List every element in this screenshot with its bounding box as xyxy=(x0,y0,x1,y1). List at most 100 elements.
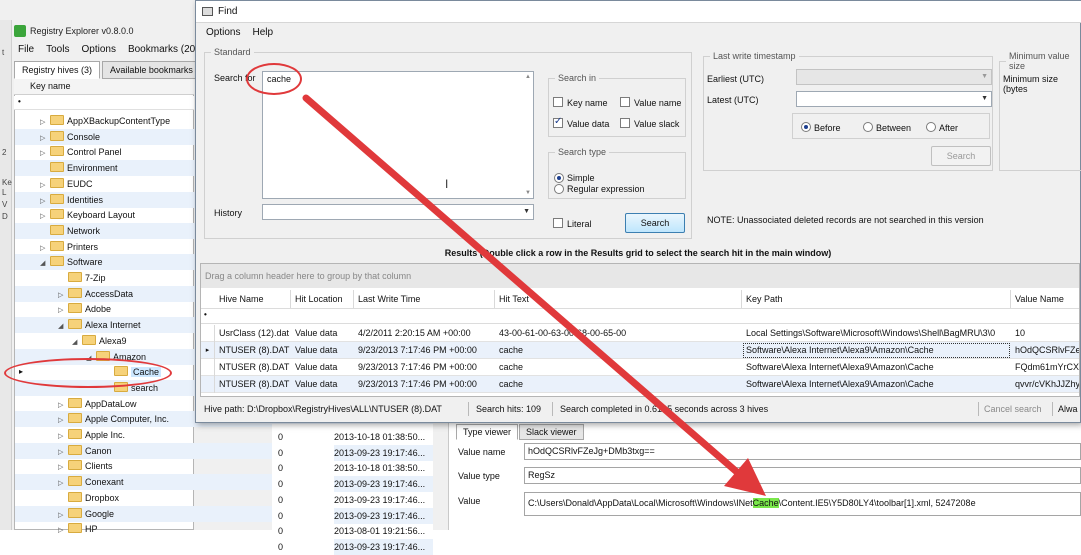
tree-node-conexant[interactable]: ▷ Conexant xyxy=(58,474,124,490)
between-radio[interactable] xyxy=(863,122,873,132)
tree-node-eudc[interactable]: ▷ EUDC xyxy=(40,176,93,192)
tree-node-control-panel[interactable]: ▷ Control Panel xyxy=(40,144,122,160)
tab-slack-viewer[interactable]: Slack viewer xyxy=(519,424,584,440)
tree-node-alexa-internet[interactable]: ◢ Alexa Internet xyxy=(58,317,141,333)
tree-node-network[interactable]: Network xyxy=(40,223,100,239)
tree-node-7-zip[interactable]: 7-Zip xyxy=(58,270,106,286)
menu-file[interactable]: File xyxy=(12,42,40,58)
results-row[interactable]: NTUSER (8).DAT Value data 9/23/2013 7:17:4… xyxy=(201,376,1079,393)
row-indicator: ▸ xyxy=(201,342,215,359)
tree-node-environment[interactable]: Environment xyxy=(40,160,118,176)
tab-registry-hives[interactable]: Registry hives (3) xyxy=(14,61,101,79)
find-menu-options[interactable]: Options xyxy=(200,25,246,41)
folder-icon xyxy=(50,178,64,188)
tree-node-appxbackupcontenttype[interactable]: ▷ AppXBackupContentType xyxy=(40,113,170,129)
chevron-down-icon: ▼ xyxy=(523,208,530,215)
tree-node-clients[interactable]: ▷ Clients xyxy=(58,458,113,474)
results-row[interactable]: NTUSER (8).DAT Value data 9/23/2013 7:17:4… xyxy=(201,359,1079,376)
tab-type-viewer[interactable]: Type viewer xyxy=(456,424,519,440)
grid-filter-row[interactable]: • xyxy=(201,308,1079,324)
tree-node-label: Keyboard Layout xyxy=(67,210,136,220)
folder-icon xyxy=(68,445,82,455)
value-slack-checkbox[interactable] xyxy=(620,118,630,128)
column-hit-text[interactable]: Hit Text xyxy=(495,290,742,308)
tree-node-accessdata[interactable]: ▷ AccessData xyxy=(58,286,133,302)
find-menubar: Options Help xyxy=(200,25,279,41)
tab-available-bookmarks[interactable]: Available bookmarks xyxy=(102,61,201,79)
strip-text: V xyxy=(2,200,8,209)
tree-node-printers[interactable]: ▷ Printers xyxy=(40,239,98,255)
column-value-name[interactable]: Value Name xyxy=(1011,290,1079,308)
latest-datetime[interactable]: ▼ xyxy=(796,91,992,107)
cell-hit: cache xyxy=(499,362,524,372)
results-grid: Drag a column header here to group by th… xyxy=(200,263,1080,397)
summary-timestamp: 2013-08-01 19:21:56... xyxy=(334,526,426,537)
column-last-write-time[interactable]: Last Write Time xyxy=(354,290,495,308)
tree-node-keyboard-layout[interactable]: ▷ Keyboard Layout xyxy=(40,207,135,223)
key-name-checkbox-label: Key name xyxy=(567,98,608,108)
scroll-down-icon[interactable]: ▼ xyxy=(525,190,531,196)
literal-checkbox[interactable] xyxy=(553,218,563,228)
scroll-up-icon[interactable]: ▲ xyxy=(525,74,531,80)
value-data-field[interactable]: C:\Users\Donald\AppData\Local\Microsoft\… xyxy=(524,492,1081,516)
value-type-field[interactable]: RegSz xyxy=(524,467,1081,484)
search-button[interactable]: Search xyxy=(625,213,685,233)
key-name-header[interactable]: Key name xyxy=(14,79,194,95)
tree-node-alexa9[interactable]: ◢ Alexa9 xyxy=(72,333,127,349)
regex-radio[interactable] xyxy=(554,184,564,194)
cancel-search-link[interactable]: Cancel search xyxy=(984,399,1042,419)
expand-arrow-icon[interactable]: ◢ xyxy=(40,256,48,272)
folder-icon xyxy=(50,146,64,156)
tree-node-identities[interactable]: ▷ Identities xyxy=(40,192,103,208)
filter-icon: • xyxy=(204,310,207,319)
always-on-top-toggle[interactable]: Alwa xyxy=(1058,399,1078,419)
summary-count: 0 xyxy=(278,447,284,458)
min-size-label: Minimum size (bytes xyxy=(1003,74,1059,94)
find-menu-help[interactable]: Help xyxy=(246,25,279,41)
column-hit-location[interactable]: Hit Location xyxy=(291,290,354,308)
summary-count: 0 xyxy=(278,526,284,537)
before-radio[interactable] xyxy=(801,122,811,132)
menu-bookmarks[interactable]: Bookmarks (20/ xyxy=(122,42,204,58)
menu-tools[interactable]: Tools xyxy=(40,42,75,58)
earliest-datetime[interactable]: ▼ xyxy=(796,69,992,85)
value-data-checkbox[interactable] xyxy=(553,116,563,128)
value-type-label: Value type xyxy=(458,471,500,481)
value-name-checkbox[interactable] xyxy=(620,97,630,107)
folder-icon xyxy=(68,398,82,408)
tree-node-apple-computer-inc-[interactable]: ▷ Apple Computer, Inc. xyxy=(58,411,169,427)
results-row[interactable]: UsrClass (12).dat Value data 4/2/2011 2:20… xyxy=(201,325,1079,342)
folder-icon xyxy=(68,272,82,282)
expand-arrow-icon[interactable]: ▷ xyxy=(58,523,66,539)
tree-node-software[interactable]: ◢ Software xyxy=(40,254,103,270)
tree-node-canon[interactable]: ▷ Canon xyxy=(58,443,112,459)
expand-arrow-icon[interactable]: ◢ xyxy=(58,319,66,335)
tree-node-apple-inc-[interactable]: ▷ Apple Inc. xyxy=(58,427,125,443)
tree-node-appdatalow[interactable]: ▷ AppDataLow xyxy=(58,396,137,412)
tree-node-console[interactable]: ▷ Console xyxy=(40,129,100,145)
value-name-field[interactable]: hOdQCSRlvFZeJg+DMb3txg== xyxy=(524,443,1081,460)
history-dropdown[interactable]: ▼ xyxy=(262,204,534,220)
column-hive-name[interactable]: Hive Name xyxy=(215,290,291,308)
folder-icon xyxy=(50,256,64,266)
tree-node-hp[interactable]: ▷ HP xyxy=(58,521,98,537)
tree-node-dropbox[interactable]: Dropbox xyxy=(58,490,119,506)
tree-node-adobe[interactable]: ▷ Adobe xyxy=(58,301,111,317)
simple-radio[interactable] xyxy=(554,173,564,183)
key-name-checkbox[interactable] xyxy=(553,97,563,107)
menu-options[interactable]: Options xyxy=(75,42,121,58)
earliest-label: Earliest (UTC) xyxy=(707,74,765,84)
results-row[interactable]: ▸ NTUSER (8).DAT Value data 9/23/2013 7:17:… xyxy=(201,342,1079,359)
search-for-input[interactable]: cache ▲ ▼ xyxy=(262,71,534,199)
timestamp-search-button[interactable]: Search xyxy=(931,146,991,166)
tree-node-google[interactable]: ▷ Google xyxy=(58,506,114,522)
value-text-post: \Content.IE5\Y5D80LY4\toolbar[1].xml, 52… xyxy=(778,498,976,508)
group-by-bar[interactable]: Drag a column header here to group by th… xyxy=(201,264,1079,288)
key-filter-row[interactable]: • xyxy=(14,96,194,110)
text-cursor-icon: I xyxy=(445,177,449,191)
folder-icon xyxy=(68,492,82,502)
after-radio[interactable] xyxy=(926,122,936,132)
column-key-path[interactable]: Key Path xyxy=(742,290,1011,308)
value-viewer-tabs: Type viewer Slack viewer xyxy=(456,424,585,440)
summary-count: 0 xyxy=(278,479,284,490)
